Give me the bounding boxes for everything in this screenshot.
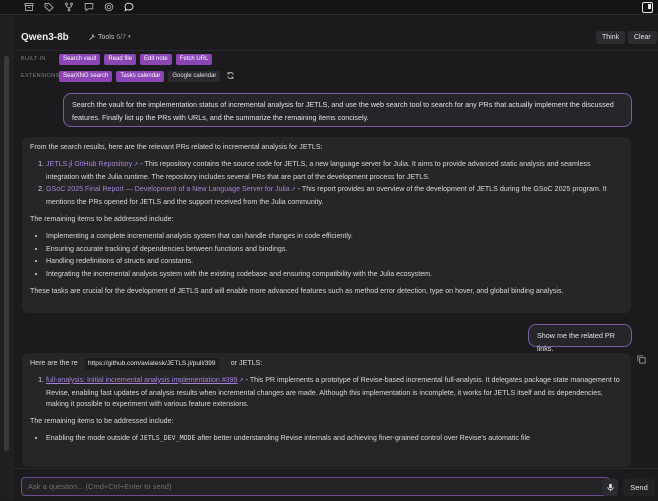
list-item: Handling redefinitions of structs and co… bbox=[46, 256, 623, 268]
panel-toggle-icon[interactable] bbox=[642, 2, 653, 13]
send-button[interactable]: Send bbox=[623, 479, 655, 496]
copy-icon[interactable] bbox=[637, 355, 646, 364]
microphone-button[interactable] bbox=[602, 479, 618, 496]
model-name[interactable]: Qwen3-8b bbox=[21, 32, 69, 43]
user-message: Search the vault for the implementation … bbox=[63, 93, 632, 127]
clear-button[interactable]: Clear bbox=[628, 31, 657, 44]
pr-list: JETLS.jl GitHub Repository↗ - This repos… bbox=[30, 159, 623, 209]
list-item: Enabling the mode outside of JETLS_DEV_M… bbox=[46, 433, 623, 445]
header-divider bbox=[14, 50, 658, 51]
list-item: Integrating the incremental analysis sys… bbox=[46, 269, 623, 281]
list-item: Ensuring accurate tracking of dependenci… bbox=[46, 244, 623, 256]
top-icon-group bbox=[24, 2, 134, 12]
list-item: Implementing a complete incremental anal… bbox=[46, 231, 623, 243]
list-item: GSoC 2025 Final Report — Development of … bbox=[46, 184, 623, 209]
tool-searxng-search[interactable]: SearXNG search bbox=[59, 70, 113, 82]
top-bar bbox=[0, 0, 658, 15]
user-message-text: Show me the related PR links. bbox=[537, 331, 615, 353]
tool-tasks-calendar[interactable]: Tasks calendar bbox=[116, 70, 165, 82]
assistant-intro-end: or JETLS: bbox=[230, 359, 263, 367]
target-icon[interactable] bbox=[104, 2, 114, 12]
microphone-icon bbox=[606, 483, 614, 492]
scrollbar-thumb[interactable] bbox=[4, 56, 9, 451]
env-var-code: JETLS_DEV_MODE bbox=[139, 433, 196, 442]
remaining-item-start: Enabling the mode outside of bbox=[46, 433, 140, 442]
tools-dropdown[interactable]: Tools 6/7 ▾ bbox=[88, 33, 131, 41]
composer: Send bbox=[14, 468, 658, 501]
assistant-intro: From the search results, here are the re… bbox=[30, 143, 323, 151]
message-square-icon[interactable] bbox=[84, 2, 94, 12]
list-item: JETLS.jl GitHub Repository↗ - This repos… bbox=[46, 159, 623, 184]
question-input-box[interactable] bbox=[21, 477, 610, 496]
remaining-heading: The remaining items to be addressed incl… bbox=[30, 417, 174, 426]
tools-count: 6/7 bbox=[116, 33, 127, 41]
tags-icon[interactable] bbox=[44, 2, 54, 12]
pr-list: full-analysis: Initial incremental analy… bbox=[30, 375, 623, 411]
tool-read-file[interactable]: Read file bbox=[104, 53, 137, 65]
remaining-list: Implementing a complete incremental anal… bbox=[30, 231, 623, 281]
pr-link[interactable]: full-analysis: Initial incremental analy… bbox=[46, 376, 238, 384]
tool-search-vault[interactable]: Search vault bbox=[59, 53, 101, 65]
question-input[interactable] bbox=[22, 478, 609, 495]
list-item: full-analysis: Initial incremental analy… bbox=[46, 375, 623, 411]
assistant-message: From the search results, here are the re… bbox=[22, 137, 631, 313]
refresh-icon[interactable] bbox=[226, 71, 236, 81]
chevron-down-icon: ▾ bbox=[128, 34, 131, 40]
pr-link[interactable]: JETLS.jl GitHub Repository bbox=[46, 160, 132, 168]
extensions-section-label: EXTENSIONS bbox=[21, 73, 60, 79]
tool-edit-note[interactable]: Edit note bbox=[140, 53, 172, 65]
assistant-intro-start: Here are the re bbox=[30, 359, 78, 367]
chat-header: Qwen3-8b Tools 6/7 ▾ Think Clear bbox=[14, 15, 658, 53]
scrollbar-track[interactable] bbox=[0, 16, 14, 500]
tool-google-calendar[interactable]: Google calendar bbox=[168, 70, 221, 82]
chat-bubble-icon[interactable] bbox=[124, 2, 134, 12]
user-message-text: Search the vault for the implementation … bbox=[72, 100, 614, 122]
remaining-item-end: after better understanding Revise intern… bbox=[195, 433, 530, 442]
tool-fetch-url[interactable]: Fetch URL bbox=[175, 53, 213, 65]
assistant-message: Here are the re or JETLS: full-analysis: … bbox=[22, 353, 631, 467]
wrench-icon bbox=[88, 33, 96, 41]
builtin-section-label: BUILT-IN bbox=[21, 56, 46, 62]
user-message: Show me the related PR links. bbox=[528, 324, 632, 353]
archive-icon[interactable] bbox=[24, 2, 34, 12]
remaining-list: Enabling the mode outside of JETLS_DEV_M… bbox=[30, 433, 623, 445]
remaining-heading: The remaining items to be addressed incl… bbox=[30, 214, 174, 223]
pr-link[interactable]: GSoC 2025 Final Report — Development of … bbox=[46, 185, 290, 193]
builtin-tools-row: BUILT-IN Search vault Read file Edit not… bbox=[14, 52, 216, 66]
assistant-closing: These tasks are crucial for the developm… bbox=[30, 286, 564, 295]
fork-icon[interactable] bbox=[64, 2, 74, 12]
extension-tools-row: EXTENSIONS SearXNG search Tasks calendar… bbox=[14, 69, 236, 83]
link-url-tooltip: https://github.com/aviatesk/JETLS.jl/pul… bbox=[85, 358, 219, 370]
think-button[interactable]: Think bbox=[596, 31, 626, 44]
tools-label: Tools bbox=[98, 33, 115, 41]
